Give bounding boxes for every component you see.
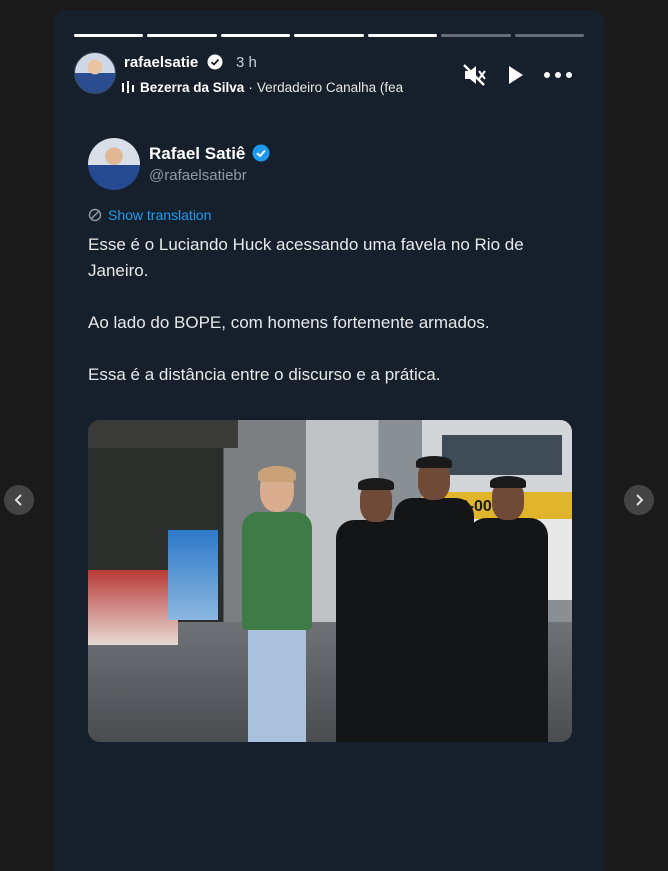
progress-segment: [441, 34, 511, 37]
tweet-photo[interactable]: 266-000: [88, 420, 572, 742]
chevron-right-icon: [636, 494, 644, 506]
show-translation-link[interactable]: Show translation: [88, 207, 212, 223]
story-progress: [74, 34, 584, 37]
verified-badge-icon: [207, 54, 223, 70]
photo-awning: [88, 420, 238, 448]
play-icon[interactable]: [502, 62, 528, 88]
tweet-paragraph: Ao lado do BOPE, com homens fortemente a…: [88, 313, 490, 332]
next-story-button[interactable]: [624, 485, 654, 515]
photo-man-green-shirt: [232, 466, 322, 742]
music-track[interactable]: Bezerra da Silva · Verdadeiro Canalha (f…: [122, 78, 442, 96]
tweet-paragraph: Esse é o Luciando Huck acessando uma fav…: [88, 235, 524, 280]
photo-soldier: [468, 476, 548, 742]
tweet-author-handle[interactable]: @rafaelsatiebr: [149, 167, 247, 184]
tweet-author-name[interactable]: Rafael Satiê: [149, 144, 245, 164]
music-artist: Bezerra da Silva: [140, 79, 245, 95]
author-username[interactable]: rafaelsatie: [124, 54, 198, 71]
progress-segment: [147, 34, 217, 37]
tweet-paragraph: Essa é a distância entre o discurso e a …: [88, 365, 441, 384]
progress-segment: [514, 34, 584, 37]
music-song: Verdadeiro Canalha (fea: [256, 79, 404, 95]
photo-boxes: [168, 530, 218, 620]
story-viewer: rafaelsatie 3 h Bezerra da Silva · Verda…: [54, 10, 604, 871]
mute-icon[interactable]: [462, 62, 488, 88]
show-translation-label: Show translation: [108, 207, 212, 223]
progress-segment: [220, 34, 291, 37]
photo-stall: [88, 570, 178, 645]
chevron-left-icon: [14, 494, 22, 506]
progress-segment: [367, 34, 438, 37]
previous-story-button[interactable]: [4, 485, 34, 515]
progress-segment: [294, 34, 364, 37]
author-avatar[interactable]: [74, 52, 116, 94]
blue-verified-icon: [252, 144, 270, 162]
music-bars-icon: [122, 81, 134, 93]
progress-segment: [74, 34, 144, 37]
translate-icon: [88, 208, 102, 222]
tweet-author-avatar[interactable]: [88, 138, 140, 190]
tweet-body: Esse é o Luciando Huck acessando uma fav…: [88, 232, 578, 414]
music-separator: ·: [248, 79, 253, 95]
more-options-icon[interactable]: [542, 62, 574, 88]
story-time: 3 h: [236, 54, 257, 71]
photo-soldier: [394, 456, 474, 742]
